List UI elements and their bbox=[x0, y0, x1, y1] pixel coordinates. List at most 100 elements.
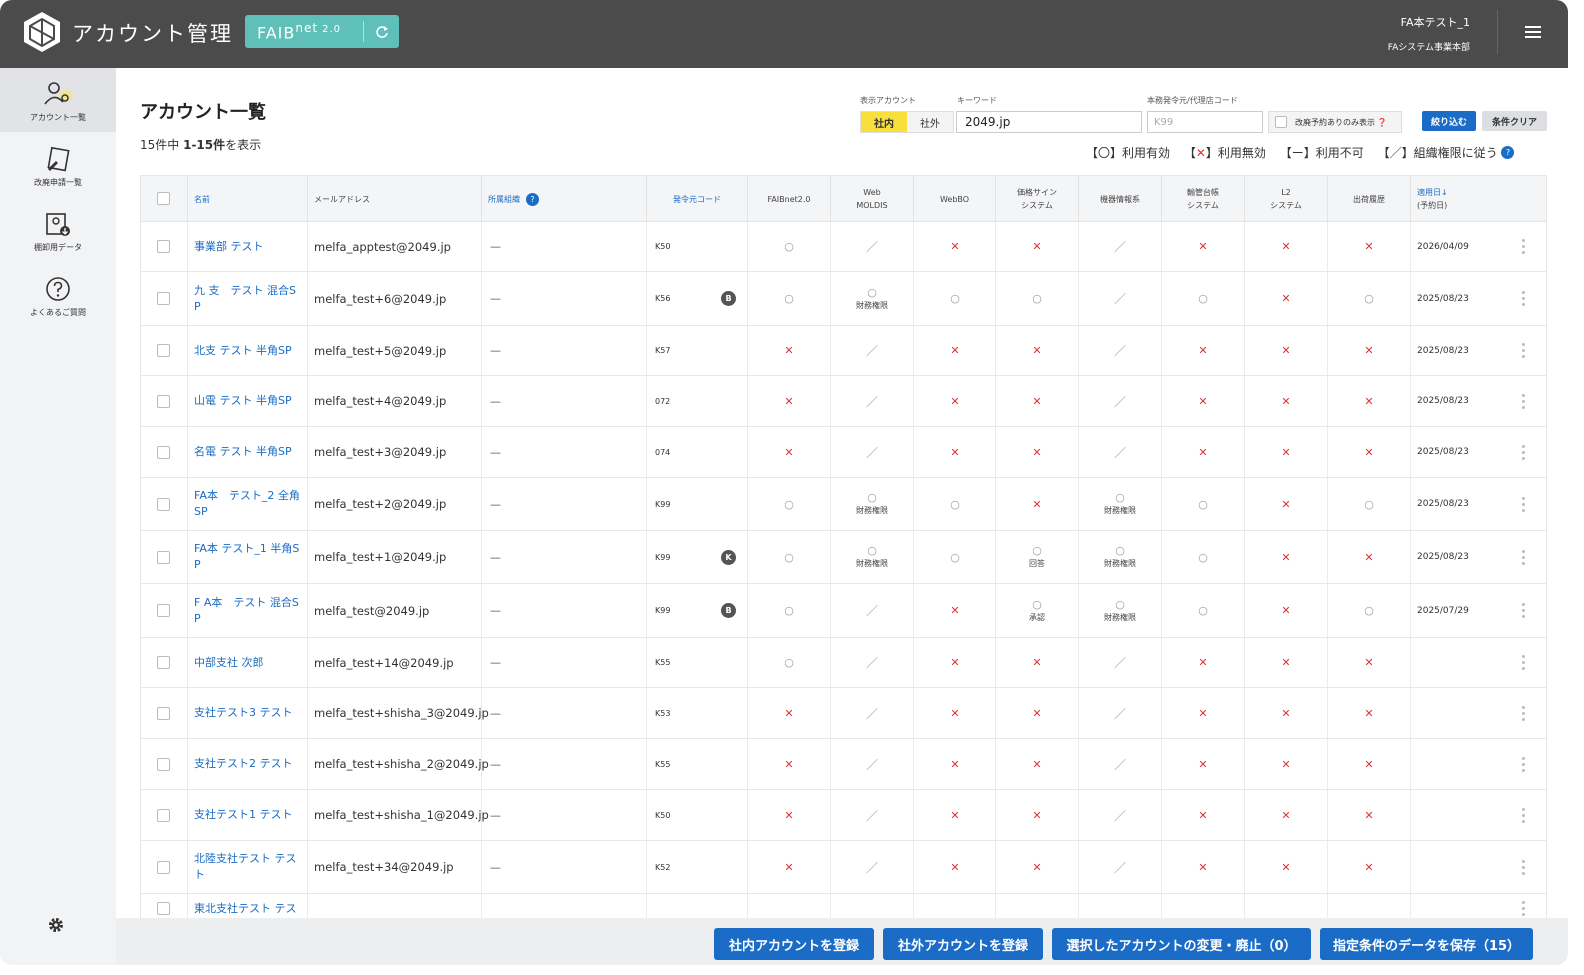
column-ledger: 輸管台帳 システム bbox=[1161, 176, 1244, 222]
status-l2: ✕ bbox=[1244, 376, 1327, 426]
refresh-icon[interactable] bbox=[364, 25, 399, 39]
table-row[interactable]: 東北支社テスト テス bbox=[141, 894, 1546, 920]
row-checkbox[interactable] bbox=[157, 445, 170, 459]
sidebar-item-account-list[interactable]: アカウント一覧 bbox=[0, 68, 116, 132]
status-shipping: ✕ bbox=[1327, 427, 1410, 477]
sidebar-item-change-requests[interactable]: 改廃申請一覧 bbox=[0, 133, 116, 197]
row-menu-icon[interactable] bbox=[1522, 444, 1525, 463]
checkbox[interactable] bbox=[1275, 116, 1287, 128]
reserve-only-checkbox[interactable]: 改廃予約ありのみ表示 ❓ bbox=[1268, 111, 1402, 133]
date-cell bbox=[1410, 739, 1510, 789]
status-faibnet: ✕ bbox=[747, 841, 830, 893]
account-name-link[interactable]: 事業部 テスト bbox=[187, 222, 307, 271]
code-label: 本務発令元/代理店コード bbox=[1147, 96, 1238, 105]
account-name-link[interactable]: 中部支社 次郎 bbox=[187, 638, 307, 687]
row-menu-icon[interactable] bbox=[1522, 343, 1525, 361]
help-icon[interactable]: ? bbox=[1501, 146, 1515, 159]
row-menu-icon[interactable] bbox=[1522, 393, 1525, 412]
account-name-link[interactable]: 支社テスト1 テスト bbox=[187, 790, 307, 840]
row-menu-icon[interactable] bbox=[1522, 901, 1525, 919]
account-name-link[interactable]: 北支 テスト 半角SP bbox=[187, 326, 307, 375]
row-checkbox[interactable] bbox=[157, 292, 170, 305]
table-row[interactable]: 山電 テスト 半角SP melfa_test+4@2049.jp —072 ✕ ／ ✕ ✕ ／… bbox=[141, 376, 1546, 427]
column-email: メールアドレス bbox=[307, 176, 481, 222]
row-checkbox[interactable] bbox=[157, 860, 170, 874]
row-menu-icon[interactable] bbox=[1522, 496, 1525, 515]
menu-icon[interactable] bbox=[1525, 26, 1541, 38]
account-name-link[interactable]: 九 支 テスト 混合S P bbox=[187, 272, 307, 325]
table-row[interactable]: 北陸支社テスト テスト melfa_test+34@2049.jp — K52 ✕ ／ ✕ ✕… bbox=[141, 841, 1546, 894]
tab-external[interactable]: 社外 bbox=[907, 112, 953, 132]
keyword-input[interactable]: 2049.jp bbox=[956, 111, 1142, 133]
row-checkbox[interactable] bbox=[157, 808, 170, 822]
status-faibnet: ✕ bbox=[747, 688, 830, 738]
row-menu-icon[interactable] bbox=[1522, 291, 1525, 309]
row-checkbox[interactable] bbox=[157, 240, 170, 253]
table-row[interactable]: F A本 テスト 混合S Pmelfa_test@2049.jp — K99 B ○ ／ ✕… bbox=[141, 584, 1546, 638]
status-shipping: ✕ bbox=[1327, 326, 1410, 375]
table-row[interactable]: 支社テスト2 テスト melfa_test+shisha_2@2049.jp — K5… bbox=[141, 739, 1546, 790]
row-checkbox[interactable] bbox=[157, 550, 170, 564]
account-name-link[interactable]: 支社テスト3 テスト bbox=[187, 688, 307, 738]
row-menu-icon[interactable] bbox=[1522, 705, 1525, 724]
sidebar-item-faq[interactable]: よくあるご質問 bbox=[0, 263, 116, 327]
filter-button[interactable]: 絞り込む bbox=[1422, 111, 1476, 131]
change-selected-button[interactable]: 選択したアカウントの変更・廃止（0） bbox=[1052, 928, 1311, 960]
account-name-link[interactable]: FA本 テスト_2 全角SP bbox=[187, 478, 307, 530]
row-checkbox[interactable] bbox=[157, 656, 170, 669]
column-name[interactable]: 名前 bbox=[187, 176, 307, 222]
code-input[interactable]: K99 bbox=[1147, 111, 1263, 133]
tab-internal[interactable]: 社内 bbox=[861, 112, 907, 132]
row-checkbox[interactable] bbox=[157, 394, 170, 408]
account-name-link[interactable]: 名電 テスト 半角SP bbox=[187, 427, 307, 477]
row-checkbox[interactable] bbox=[157, 706, 170, 720]
account-name-link[interactable]: F A本 テスト 混合S P bbox=[187, 584, 307, 637]
account-name-link[interactable]: 東北支社テスト テス bbox=[187, 894, 307, 920]
user-info[interactable]: FA本テスト_1 FAシステム事業本部 bbox=[1388, 14, 1470, 53]
account-name-link[interactable]: 山電 テスト 半角SP bbox=[187, 376, 307, 426]
table-row[interactable]: 支社テスト3 テスト melfa_test+shisha_3@2049.jp — K5… bbox=[141, 688, 1546, 739]
row-menu-icon[interactable] bbox=[1522, 756, 1525, 775]
account-name-link[interactable]: 北陸支社テスト テスト bbox=[187, 841, 307, 893]
register-internal-button[interactable]: 社内アカウントを登録 bbox=[714, 928, 874, 960]
table-row[interactable]: 中部支社 次郎 melfa_test+14@2049.jp — K55 ○ ／ ✕ ✕ ／ ✕ ✕ ✕ bbox=[141, 638, 1546, 688]
clear-button[interactable]: 条件クリア bbox=[1482, 111, 1547, 131]
column-org[interactable]: 所属組織? bbox=[481, 176, 646, 222]
row-checkbox[interactable] bbox=[157, 344, 170, 357]
column-code[interactable]: 発令元コード bbox=[646, 176, 747, 222]
help-icon[interactable]: ? bbox=[526, 192, 539, 206]
table-row[interactable]: FA本 テスト_2 全角SP melfa_test+2@2049.jp — K99 ○ ○… bbox=[141, 478, 1546, 531]
sidebar-item-inventory-data[interactable]: 棚卸用データ bbox=[0, 198, 116, 262]
row-menu-icon[interactable] bbox=[1522, 549, 1525, 568]
table-row[interactable]: 名電 テスト 半角SP melfa_test+3@2049.jp —074 ✕ ／ ✕ ✕ ／… bbox=[141, 427, 1546, 478]
status-shipping: ✕ bbox=[1327, 688, 1410, 738]
status-shipping: ✕ bbox=[1327, 841, 1410, 893]
status-equipment: ○ 財務権限 bbox=[1078, 531, 1161, 583]
column-date[interactable]: 適用日↓ (予約日) bbox=[1410, 176, 1546, 222]
save-data-button[interactable]: 指定条件のデータを保存（15） bbox=[1320, 928, 1533, 960]
table-row[interactable]: FA本 テスト_1 半角S Pmelfa_test+1@2049.jp — K99 K… bbox=[141, 531, 1546, 584]
status-shipping: ○ bbox=[1327, 272, 1410, 325]
table-row[interactable]: 北支 テスト 半角SP melfa_test+5@2049.jp — K57 ✕ ／ ✕ ✕ ／… bbox=[141, 326, 1546, 376]
document-edit-icon bbox=[47, 146, 70, 172]
row-checkbox[interactable] bbox=[157, 497, 170, 511]
date-cell: 2025/08/23 bbox=[1410, 427, 1510, 477]
register-external-button[interactable]: 社外アカウントを登録 bbox=[883, 928, 1043, 960]
status-web-moldis: ／ bbox=[830, 790, 913, 840]
select-all-checkbox[interactable] bbox=[157, 192, 170, 205]
row-menu-icon[interactable] bbox=[1522, 603, 1525, 621]
gear-icon[interactable] bbox=[47, 916, 65, 934]
row-menu-icon[interactable] bbox=[1522, 807, 1525, 826]
table-row[interactable]: 事業部 テスト melfa_apptest@2049.jp — K50 ○ ／ ✕ ✕ ／ ✕ ✕ ✕… bbox=[141, 222, 1546, 272]
row-checkbox[interactable] bbox=[157, 902, 170, 915]
account-name-link[interactable]: 支社テスト2 テスト bbox=[187, 739, 307, 789]
row-checkbox[interactable] bbox=[157, 604, 170, 617]
row-checkbox[interactable] bbox=[157, 757, 170, 771]
row-menu-icon[interactable] bbox=[1522, 239, 1525, 257]
row-menu-icon[interactable] bbox=[1522, 655, 1525, 673]
product-switch-button[interactable]: FAIBnet 2.0 bbox=[245, 15, 399, 48]
table-row[interactable]: 九 支 テスト 混合S Pmelfa_test+6@2049.jp — K56 B ○ ○… bbox=[141, 272, 1546, 326]
row-menu-icon[interactable] bbox=[1522, 859, 1525, 878]
account-name-link[interactable]: FA本 テスト_1 半角S P bbox=[187, 531, 307, 583]
table-row[interactable]: 支社テスト1 テスト melfa_test+shisha_1@2049.jp — K5… bbox=[141, 790, 1546, 841]
